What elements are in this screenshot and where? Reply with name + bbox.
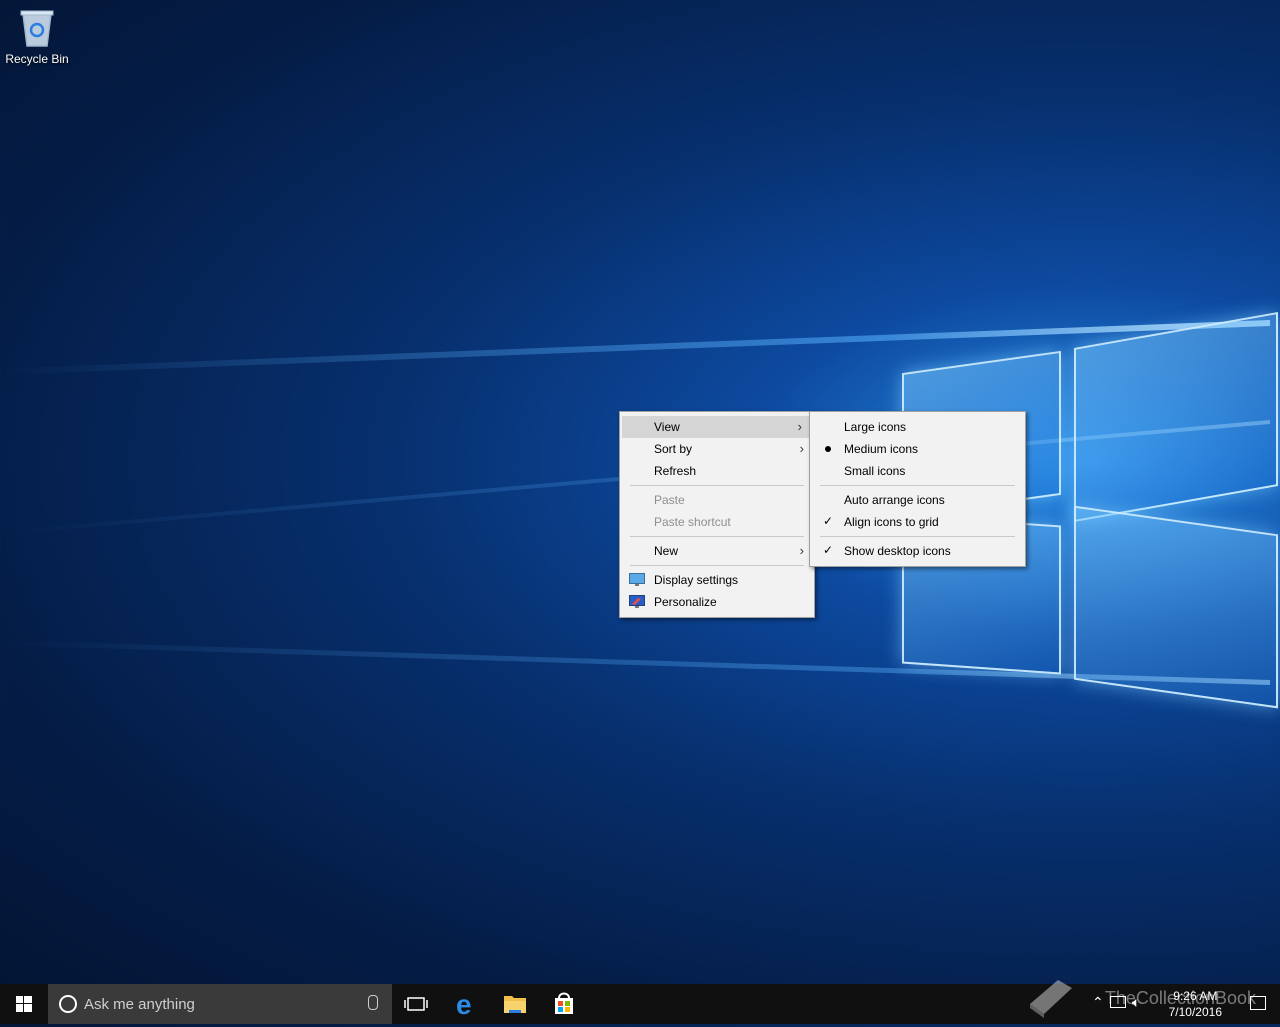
- book-watermark-icon: [1030, 980, 1072, 1018]
- chevron-right-icon: ›: [799, 543, 804, 558]
- menu-separator: [630, 565, 804, 566]
- submenu-item-auto-arrange-icons[interactable]: Auto arrange icons: [810, 489, 1025, 511]
- store-button[interactable]: [540, 984, 588, 1024]
- submenu-item-show-desktop-icons[interactable]: ✓ Show desktop icons: [810, 540, 1025, 562]
- recycle-bin-icon: [19, 8, 55, 48]
- menu-separator: [630, 536, 804, 537]
- menu-separator: [820, 536, 1015, 537]
- menu-item-refresh[interactable]: Refresh: [620, 460, 814, 482]
- chevron-right-icon: ›: [797, 419, 802, 434]
- display-settings-icon: [629, 573, 645, 586]
- menu-item-personalize[interactable]: Personalize: [620, 591, 814, 613]
- taskbar-clock[interactable]: 9:26 AM 7/10/2016: [1169, 988, 1222, 1020]
- menu-item-paste[interactable]: Paste: [620, 489, 814, 511]
- file-explorer-button[interactable]: [491, 984, 539, 1024]
- action-center-icon[interactable]: [1250, 996, 1266, 1010]
- system-tray: TheCollectionBook ⌃ 🔈︎ 9:26 AM 7/10/2016: [1020, 980, 1280, 1024]
- desktop-context-menu: View › Sort by › Refresh Paste Paste sho…: [619, 411, 815, 618]
- cortana-search-box[interactable]: Ask me anything: [48, 984, 392, 1024]
- submenu-item-medium-icons[interactable]: Medium icons: [810, 438, 1025, 460]
- svg-text:e: e: [456, 989, 472, 1020]
- checkmark-icon: ✓: [822, 543, 834, 557]
- clock-date: 7/10/2016: [1168, 1005, 1222, 1019]
- cortana-circle-icon: [59, 995, 77, 1013]
- menu-separator: [630, 485, 804, 486]
- volume-icon[interactable]: 🔈︎: [1132, 994, 1140, 1011]
- menu-item-paste-shortcut[interactable]: Paste shortcut: [620, 511, 814, 533]
- menu-item-sort-by[interactable]: Sort by ›: [620, 438, 814, 460]
- menu-item-display-settings[interactable]: Display settings: [620, 569, 814, 591]
- store-icon: [555, 992, 573, 1014]
- desktop-icon-label: Recycle Bin: [5, 52, 69, 66]
- view-submenu: Large icons Medium icons Small icons Aut…: [809, 411, 1026, 567]
- network-icon[interactable]: [1110, 996, 1126, 1008]
- checkmark-icon: ✓: [822, 514, 834, 528]
- radio-dot-icon: [825, 446, 831, 452]
- clock-time: 9:26 AM: [1173, 989, 1218, 1003]
- windows-logo-icon: [16, 996, 32, 1012]
- menu-item-view[interactable]: View ›: [622, 416, 812, 438]
- personalize-icon: [629, 595, 645, 608]
- edge-button[interactable]: e: [443, 984, 491, 1024]
- search-placeholder: Ask me anything: [84, 996, 195, 1013]
- submenu-item-align-icons-to-grid[interactable]: ✓ Align icons to grid: [810, 511, 1025, 533]
- submenu-item-large-icons[interactable]: Large icons: [810, 416, 1025, 438]
- task-view-icon: [404, 997, 428, 1011]
- submenu-item-small-icons[interactable]: Small icons: [810, 460, 1025, 482]
- microphone-icon[interactable]: [368, 995, 378, 1010]
- edge-icon: e: [456, 989, 472, 1020]
- menu-item-new[interactable]: New ›: [620, 540, 814, 562]
- chevron-right-icon: ›: [799, 441, 804, 456]
- menu-separator: [820, 485, 1015, 486]
- file-explorer-icon: [504, 996, 526, 1013]
- desktop-icon-recycle-bin[interactable]: Recycle Bin: [4, 8, 70, 66]
- taskbar: Ask me anything e TheCollectionBook ⌃ 🔈︎…: [0, 980, 1280, 1024]
- show-hidden-icons-icon[interactable]: ⌃: [1092, 994, 1104, 1011]
- start-button[interactable]: [0, 984, 48, 1024]
- task-view-button[interactable]: [392, 984, 440, 1024]
